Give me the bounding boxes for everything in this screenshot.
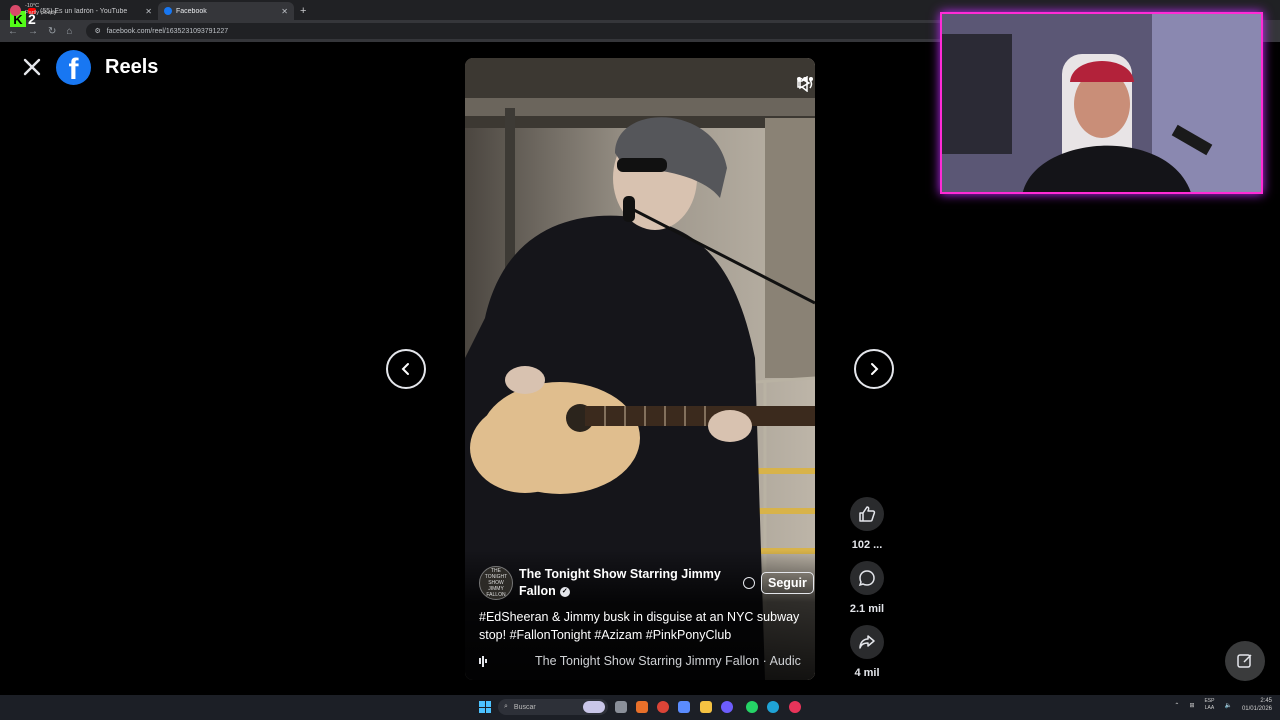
like-count: 102 ... <box>851 539 883 551</box>
author-name[interactable]: The Tonight Show Starring Jimmy Fallon ✓ <box>519 566 729 600</box>
language-indicator[interactable]: ESP LAA <box>1204 698 1214 712</box>
url-text: facebook.com/reel/1635231093791227 <box>106 27 229 35</box>
lang-line: ESP <box>1204 698 1215 704</box>
comment-icon <box>858 570 875 587</box>
author-avatar[interactable]: THE TONIGHT SHOW JIMMY FALLON <box>479 566 513 600</box>
like-action: 102 ... <box>845 497 889 551</box>
comment-action: 2.1 mil <box>845 561 889 615</box>
comment-button[interactable] <box>850 561 884 595</box>
facebook-logo-icon[interactable]: f <box>56 50 91 85</box>
home-icon[interactable]: ⌂ <box>66 26 72 37</box>
close-tab-icon[interactable]: ✕ <box>145 7 152 16</box>
follow-button[interactable]: Seguir <box>761 572 814 594</box>
close-tab-icon[interactable]: ✕ <box>281 7 288 16</box>
share-icon <box>859 635 875 649</box>
lang-line: LAA <box>1204 705 1215 711</box>
globe-icon <box>743 577 755 589</box>
weather-widget[interactable]: -10°C Partly cloudy <box>10 3 57 17</box>
url-input[interactable]: ⚙ facebook.com/reel/1635231093791227 <box>86 23 947 39</box>
avatar-text: THE TONIGHT SHOW JIMMY FALLON <box>484 568 508 598</box>
taskbar-app-icon[interactable] <box>721 701 733 713</box>
weather-text: -10°C Partly cloudy <box>25 3 57 17</box>
system-tray: ⌃ ⊞ ESP LAA 🔈 2:45 01/01/2026 <box>1174 697 1272 713</box>
comment-count: 2.1 mil <box>849 603 885 615</box>
share-button[interactable] <box>850 625 884 659</box>
network-icon[interactable]: ⊞ <box>1189 702 1194 709</box>
search-icon: ⌕ <box>504 703 508 710</box>
compose-button[interactable] <box>1225 641 1265 681</box>
more-options-icon[interactable] <box>797 76 813 82</box>
clock-date: 01/01/2026 <box>1241 706 1272 712</box>
reload-icon[interactable]: ↻ <box>48 26 56 37</box>
facebook-icon <box>164 7 172 15</box>
close-button[interactable] <box>20 55 44 79</box>
webcam-overlay <box>940 12 1263 194</box>
speaker-icon[interactable]: 🔈 <box>1224 702 1231 709</box>
chevron-right-icon <box>871 363 879 375</box>
new-tab-button[interactable]: + <box>294 5 312 20</box>
tab-title: Facebook <box>176 7 207 15</box>
audio-row[interactable]: The Tonight Show Starring Jimmy Fallon ·… <box>479 654 809 668</box>
page-title: Reels <box>105 56 159 78</box>
weather-temp: -10°C <box>25 3 40 9</box>
taskbar-app-icon[interactable] <box>636 701 648 713</box>
weather-desc: Partly cloudy <box>25 10 57 16</box>
tray-chevron-icon[interactable]: ⌃ <box>1174 702 1179 709</box>
site-info-icon[interactable]: ⚙ <box>94 27 100 35</box>
task-view-icon[interactable] <box>615 701 627 713</box>
reel-caption[interactable]: #EdSheeran & Jimmy busk in disguise at a… <box>479 608 804 644</box>
chevron-left-icon <box>401 363 409 375</box>
chrome-icon[interactable] <box>657 701 669 713</box>
edit-icon <box>1237 654 1252 668</box>
file-explorer-icon[interactable] <box>700 701 712 713</box>
clock[interactable]: 2:45 01/01/2026 <box>1242 697 1272 713</box>
taskbar-app-icon[interactable] <box>789 701 801 713</box>
clock-time: 2:45 <box>1260 698 1272 704</box>
search-placeholder: Buscar <box>513 703 536 711</box>
audio-bars-icon <box>479 655 491 667</box>
verified-badge-icon: ✓ <box>559 586 570 597</box>
webcam-image <box>942 14 1261 192</box>
thumbs-up-icon <box>859 506 876 522</box>
like-button[interactable] <box>850 497 884 531</box>
whatsapp-icon[interactable] <box>746 701 758 713</box>
windows-start-icon[interactable] <box>479 701 491 713</box>
taskbar-app-icon[interactable] <box>678 701 690 713</box>
weather-icon <box>10 4 21 16</box>
reel-video[interactable]: THE TONIGHT SHOW JIMMY FALLON The Tonigh… <box>465 58 815 680</box>
share-count: 4 mil <box>854 667 880 679</box>
taskbar-widget-icon[interactable] <box>583 701 605 713</box>
audio-title: The Tonight Show Starring Jimmy Fallon ·… <box>535 654 801 668</box>
close-icon <box>23 58 41 76</box>
author-row: THE TONIGHT SHOW JIMMY FALLON The Tonigh… <box>479 563 815 603</box>
author-name-text: The Tonight Show Starring Jimmy Fallon <box>519 567 721 598</box>
next-reel-button[interactable] <box>854 349 894 389</box>
tab-facebook[interactable]: Facebook ✕ <box>158 2 294 20</box>
share-action: 4 mil <box>845 625 889 679</box>
edge-icon[interactable] <box>767 701 779 713</box>
previous-reel-button[interactable] <box>386 349 426 389</box>
